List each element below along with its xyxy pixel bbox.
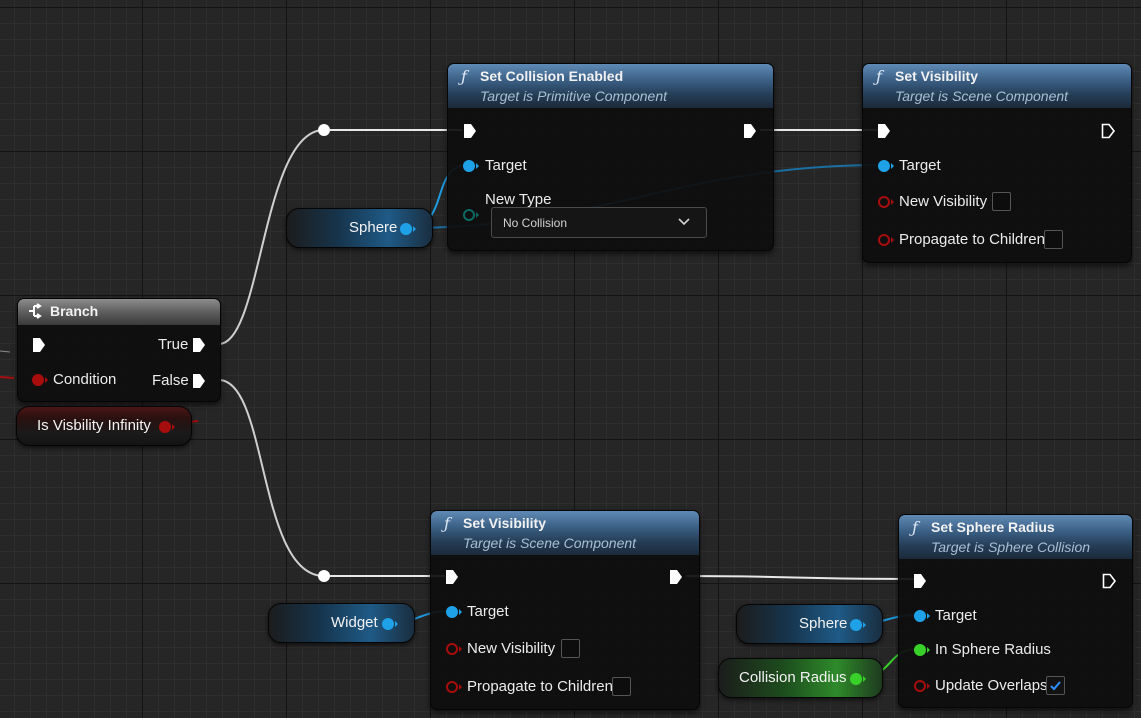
exec-out-pin[interactable] <box>1102 573 1117 589</box>
node-header[interactable]: ƒ Set Visibility Target is Scene Compone… <box>863 64 1131 108</box>
getter-label: Sphere <box>349 219 398 236</box>
branch-icon <box>29 303 42 319</box>
branch-node[interactable]: Branch True Condition False <box>17 298 221 402</box>
propagate-pin[interactable] <box>877 233 895 247</box>
node-header[interactable]: Branch <box>18 299 220 325</box>
target-pin-label: Target <box>935 607 977 624</box>
exec-in-pin[interactable] <box>463 123 477 139</box>
sphere-radius-pin[interactable] <box>913 643 931 657</box>
node-subtitle: Target is Sphere Collision <box>931 539 1091 555</box>
exec-in-pin[interactable] <box>445 569 459 585</box>
bool-wire-offscreen <box>0 376 15 379</box>
update-overlaps-checkbox[interactable] <box>1046 676 1065 695</box>
exec-in-pin[interactable] <box>32 337 46 353</box>
new-visibility-checkbox[interactable] <box>561 639 580 658</box>
sphere-output-pin[interactable] <box>399 222 417 236</box>
update-overlaps-pin[interactable] <box>913 679 931 693</box>
new-visibility-checkbox[interactable] <box>992 192 1011 211</box>
collision-radius-getter-node[interactable]: Collision Radius <box>718 658 883 698</box>
exec-out-pin[interactable] <box>1101 123 1116 139</box>
update-overlaps-pin-label: Update Overlaps <box>935 677 1048 694</box>
function-icon: ƒ <box>876 67 882 86</box>
sphere-getter-node-bottom[interactable]: Sphere <box>736 604 883 644</box>
sphere-getter-node[interactable]: Sphere <box>286 208 433 248</box>
checkmark-icon <box>1050 681 1061 691</box>
node-header[interactable]: ƒ Set Visibility Target is Scene Compone… <box>431 511 699 555</box>
exec-out-pin[interactable] <box>669 569 683 585</box>
propagate-pin-label: Propagate to Children <box>899 231 1045 248</box>
widget-output-pin[interactable] <box>381 617 399 631</box>
float-output-pin[interactable] <box>849 672 867 686</box>
node-header[interactable]: ƒ Set Collision Enabled Target is Primit… <box>448 64 773 108</box>
new-type-dropdown[interactable]: No Collision <box>491 207 707 238</box>
set-sphere-radius-node[interactable]: ƒ Set Sphere Radius Target is Sphere Col… <box>898 514 1133 708</box>
getter-label: Sphere <box>799 615 848 632</box>
function-icon: ƒ <box>444 514 450 533</box>
getter-label: Is Visbility Infinity <box>37 417 151 434</box>
set-visibility-node-top[interactable]: ƒ Set Visibility Target is Scene Compone… <box>862 63 1132 263</box>
function-icon: ƒ <box>461 67 467 86</box>
enum-pin[interactable] <box>462 208 480 222</box>
sphere-output-pin[interactable] <box>849 618 867 632</box>
node-title: Branch <box>50 303 99 319</box>
bool-wire-isvis-exit <box>0 350 11 353</box>
new-visibility-pin-label: New Visibility <box>467 640 556 657</box>
new-type-pin-label: New Type <box>485 191 552 208</box>
function-icon: ƒ <box>912 518 918 537</box>
getter-label: Widget <box>331 614 378 631</box>
new-visibility-pin[interactable] <box>877 195 895 209</box>
sphere-radius-pin-label: In Sphere Radius <box>935 641 1051 658</box>
node-title: Set Visibility <box>463 515 546 531</box>
node-title: Set Visibility <box>895 68 978 84</box>
true-pin-label: True <box>158 336 189 353</box>
target-pin-label: Target <box>467 603 509 620</box>
reroute-node-false[interactable] <box>318 570 330 582</box>
target-pin-label: Target <box>485 157 527 174</box>
widget-getter-node[interactable]: Widget <box>268 603 415 643</box>
node-subtitle: Target is Scene Component <box>463 535 637 551</box>
getter-label: Collision Radius <box>739 669 847 686</box>
propagate-checkbox[interactable] <box>1044 230 1063 249</box>
exec-wire-set-visibility-to-set-radius <box>685 575 915 580</box>
exec-out-pin[interactable] <box>743 123 757 139</box>
true-exec-out-pin[interactable] <box>192 337 206 353</box>
set-visibility-node-bottom[interactable]: ƒ Set Visibility Target is Scene Compone… <box>430 510 700 710</box>
node-subtitle: Target is Primitive Component <box>480 88 668 104</box>
target-pin-label: Target <box>899 157 941 174</box>
propagate-checkbox[interactable] <box>612 677 631 696</box>
node-title: Set Sphere Radius <box>931 519 1055 535</box>
node-subtitle: Target is Scene Component <box>895 88 1069 104</box>
target-pin[interactable] <box>462 159 480 173</box>
exec-wire-false-to-reroute <box>218 379 325 577</box>
condition-pin-label: Condition <box>53 371 117 388</box>
target-pin[interactable] <box>877 159 895 173</box>
false-exec-out-pin[interactable] <box>192 373 206 389</box>
exec-in-pin[interactable] <box>877 123 891 139</box>
propagate-pin-label: Propagate to Children <box>467 678 613 695</box>
false-pin-label: False <box>152 372 189 389</box>
bool-output-pin[interactable] <box>158 420 176 434</box>
exec-in-pin[interactable] <box>913 573 927 589</box>
propagate-pin[interactable] <box>445 680 463 694</box>
condition-pin[interactable] <box>31 373 49 387</box>
target-pin[interactable] <box>913 609 931 623</box>
target-pin[interactable] <box>445 605 463 619</box>
new-visibility-pin[interactable] <box>445 642 463 656</box>
is-visibility-infinity-getter-node[interactable]: Is Visbility Infinity <box>16 406 192 446</box>
dropdown-value: No Collision <box>503 216 568 230</box>
chevron-down-icon <box>678 218 690 226</box>
set-collision-enabled-node[interactable]: ƒ Set Collision Enabled Target is Primit… <box>447 63 774 251</box>
node-title: Set Collision Enabled <box>480 68 624 84</box>
reroute-node-true[interactable] <box>318 124 330 136</box>
node-header[interactable]: ƒ Set Sphere Radius Target is Sphere Col… <box>899 515 1132 559</box>
new-visibility-pin-label: New Visibility <box>899 193 988 210</box>
